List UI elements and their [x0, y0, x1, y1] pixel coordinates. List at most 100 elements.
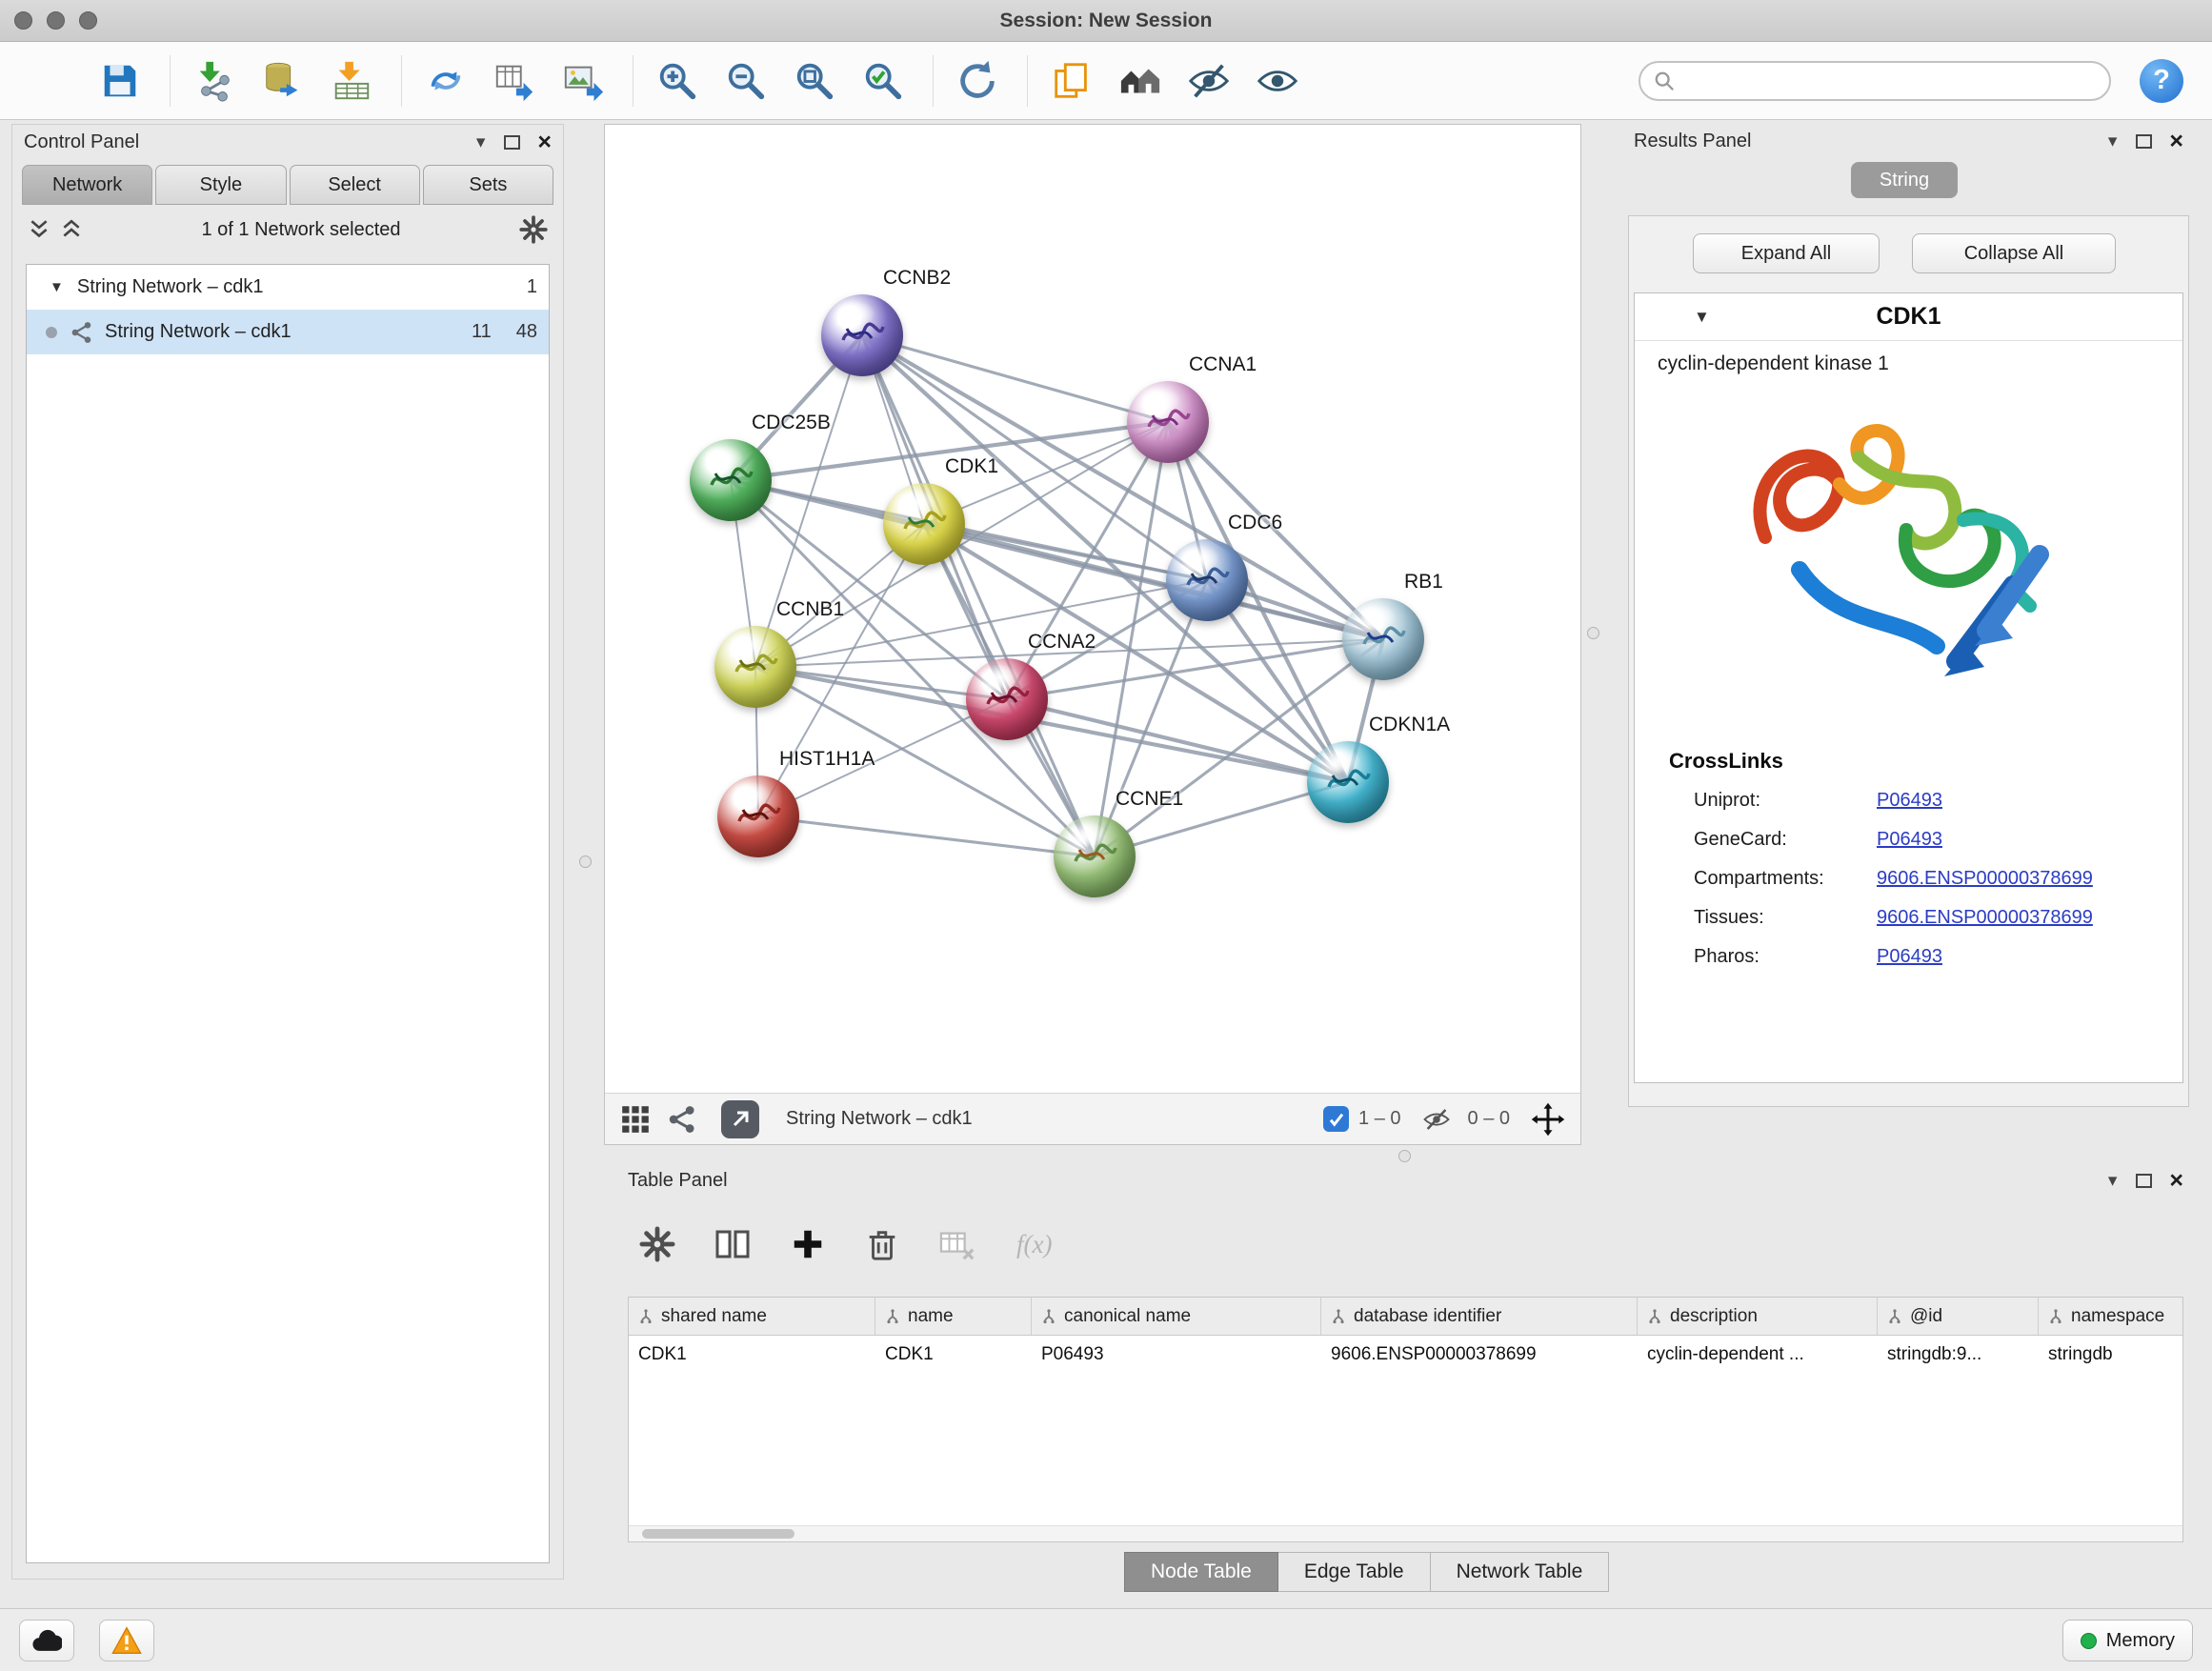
- collapse-entry-icon[interactable]: ▼: [1694, 308, 1710, 327]
- crosslink-link[interactable]: P06493: [1877, 790, 1942, 812]
- search-input[interactable]: [1684, 70, 2096, 91]
- tab-node-table[interactable]: Node Table: [1124, 1552, 1278, 1592]
- cloud-button[interactable]: [19, 1620, 74, 1661]
- tab-sets[interactable]: Sets: [423, 165, 553, 205]
- selection-checkbox[interactable]: [1323, 1106, 1349, 1132]
- eye-slash-icon: [1187, 59, 1231, 103]
- refresh-button[interactable]: [951, 53, 1004, 109]
- float-panel-icon[interactable]: [2136, 134, 2152, 149]
- vertical-splitter-handle[interactable]: [1587, 627, 1599, 639]
- tab-network[interactable]: Network: [22, 165, 152, 205]
- hidden-eye-slash-icon[interactable]: [1422, 1105, 1451, 1134]
- crosslink-link[interactable]: 9606.ENSP00000378699: [1877, 868, 2093, 890]
- network-node-cdc6[interactable]: [1166, 539, 1248, 621]
- tab-select[interactable]: Select: [290, 165, 420, 205]
- panel-menu-icon[interactable]: ▾: [2108, 1170, 2118, 1192]
- network-collection-row[interactable]: ▼ String Network – cdk1 1: [27, 265, 549, 310]
- eye-icon: [1256, 59, 1299, 103]
- import-table-button[interactable]: [325, 53, 378, 109]
- memory-button[interactable]: Memory: [2062, 1620, 2193, 1661]
- birds-eye-view-icon[interactable]: [620, 1104, 651, 1135]
- zoom-selected-button[interactable]: [856, 53, 910, 109]
- horizontal-splitter-handle[interactable]: [1398, 1150, 1411, 1162]
- help-button[interactable]: ?: [2140, 59, 2183, 103]
- crosslink-link[interactable]: 9606.ENSP00000378699: [1877, 907, 2093, 929]
- duplicate-button[interactable]: [1045, 53, 1098, 109]
- network-node-cdc25b[interactable]: [690, 439, 772, 521]
- share-view-icon[interactable]: [668, 1105, 696, 1134]
- table-row[interactable]: CDK1CDK1P064939606.ENSP00000378699cyclin…: [629, 1336, 2183, 1374]
- column-header[interactable]: namespace: [2039, 1298, 2183, 1335]
- column-header[interactable]: database identifier: [1321, 1298, 1638, 1335]
- import-network-database-button[interactable]: [256, 53, 310, 109]
- close-panel-icon[interactable]: ×: [2169, 1169, 2183, 1193]
- network-canvas[interactable]: CCNB2 CCNA1 CDC25B CDK1 CDC6 RB1 CCNB1 C…: [605, 125, 1580, 1093]
- tab-network-table[interactable]: Network Table: [1431, 1552, 1610, 1592]
- network-tools-button[interactable]: [419, 53, 473, 109]
- gear-icon[interactable]: [519, 215, 548, 244]
- scrollbar-thumb[interactable]: [642, 1529, 794, 1539]
- crosslink-link[interactable]: P06493: [1877, 946, 1942, 968]
- show-all-button[interactable]: [1251, 53, 1304, 109]
- add-row-button[interactable]: [790, 1226, 826, 1262]
- gene-header[interactable]: ▼ CDK1: [1635, 293, 2182, 341]
- panel-menu-icon[interactable]: ▾: [476, 131, 486, 153]
- close-panel-icon[interactable]: ×: [537, 131, 552, 154]
- float-panel-icon[interactable]: [2136, 1174, 2152, 1188]
- export-image-button[interactable]: [556, 53, 610, 109]
- crosslink-link[interactable]: P06493: [1877, 829, 1942, 851]
- collapse-all-icon[interactable]: [28, 218, 50, 241]
- table-toolbar: f(x): [639, 1211, 1052, 1278]
- network-node-ccnb2[interactable]: [821, 294, 903, 376]
- network-node-ccna1[interactable]: [1127, 381, 1209, 463]
- zoom-fit-button[interactable]: [788, 53, 841, 109]
- import-network-file-button[interactable]: [188, 53, 241, 109]
- open-session-button[interactable]: [25, 53, 78, 109]
- save-session-button[interactable]: [93, 53, 147, 109]
- collapse-all-button[interactable]: Collapse All: [1912, 233, 2116, 273]
- tab-style[interactable]: Style: [155, 165, 286, 205]
- close-panel-icon[interactable]: ×: [2169, 130, 2183, 153]
- column-header[interactable]: description: [1638, 1298, 1878, 1335]
- table-settings-button[interactable]: [639, 1226, 675, 1262]
- network-node-ccnb1[interactable]: [714, 626, 796, 708]
- double-home-icon: [1118, 59, 1162, 103]
- network-node-hist1h1a[interactable]: [717, 775, 799, 857]
- zoom-in-button[interactable]: [651, 53, 704, 109]
- warnings-button[interactable]: [99, 1620, 154, 1661]
- show-columns-button[interactable]: [714, 1225, 752, 1263]
- delete-table-button[interactable]: [938, 1226, 978, 1262]
- hide-selected-button[interactable]: [1182, 53, 1236, 109]
- column-header[interactable]: canonical name: [1032, 1298, 1321, 1335]
- plus-icon: [790, 1226, 826, 1262]
- node-count: 11: [472, 321, 492, 343]
- column-header[interactable]: shared name: [629, 1298, 875, 1335]
- tab-edge-table[interactable]: Edge Table: [1278, 1552, 1431, 1592]
- delete-button[interactable]: [864, 1226, 900, 1262]
- memory-label: Memory: [2106, 1630, 2175, 1652]
- column-header[interactable]: name: [875, 1298, 1032, 1335]
- network-node-rb1[interactable]: [1342, 598, 1424, 680]
- panel-menu-icon[interactable]: ▾: [2108, 131, 2118, 152]
- vertical-splitter-handle[interactable]: [579, 856, 592, 868]
- crosslink-row: Pharos:P06493: [1635, 937, 2182, 976]
- function-builder-button[interactable]: f(x): [1016, 1230, 1052, 1259]
- network-node-ccne1[interactable]: [1054, 815, 1136, 897]
- open-in-browser-button[interactable]: [721, 1100, 759, 1138]
- home-button[interactable]: [1114, 53, 1167, 109]
- column-header[interactable]: @id: [1878, 1298, 2039, 1335]
- zoom-out-button[interactable]: [719, 53, 773, 109]
- gene-name: CDK1: [1876, 303, 1941, 331]
- expand-all-button[interactable]: Expand All: [1693, 233, 1880, 273]
- pan-tool-icon[interactable]: [1531, 1102, 1565, 1137]
- horizontal-scrollbar[interactable]: [629, 1525, 2182, 1541]
- network-node-ccna2[interactable]: [966, 658, 1048, 740]
- float-panel-icon[interactable]: [504, 135, 520, 150]
- export-table-button[interactable]: [488, 53, 541, 109]
- network-row[interactable]: String Network – cdk1 11 48: [27, 310, 549, 354]
- tab-string[interactable]: String: [1851, 162, 1958, 198]
- expand-all-icon[interactable]: [60, 218, 83, 241]
- network-node-cdk1[interactable]: [883, 483, 965, 565]
- tree-expand-icon[interactable]: ▼: [50, 279, 64, 295]
- network-node-cdkn1a[interactable]: [1307, 741, 1389, 823]
